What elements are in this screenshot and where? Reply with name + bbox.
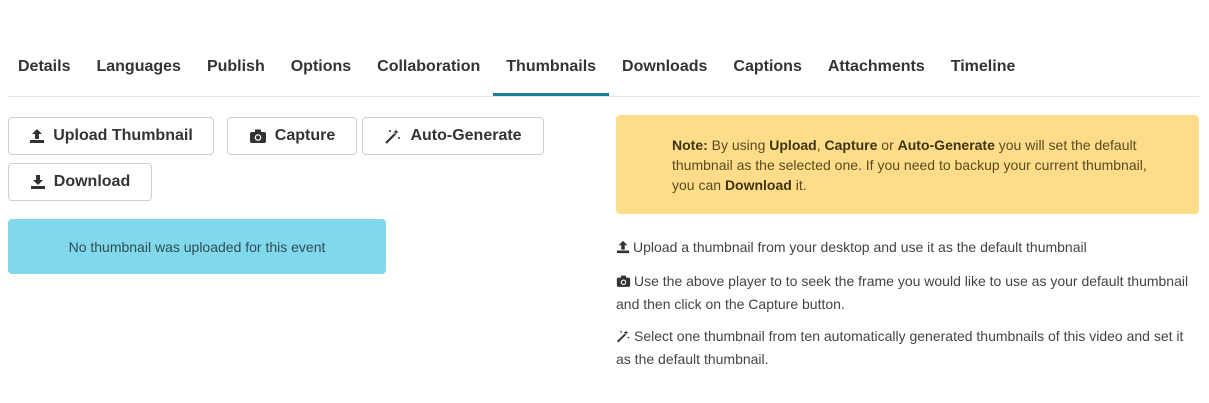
download-label: Download [53, 173, 131, 190]
help-capture-text: Use the above player to to seek the fram… [616, 273, 1189, 312]
magic-wand-icon [384, 128, 402, 144]
tab-bar: Details Languages Publish Options Collab… [8, 48, 1199, 97]
note-text-3: or [877, 137, 898, 153]
magic-wand-icon [616, 328, 631, 349]
help-upload-text: Upload a thumbnail from your desktop and… [633, 239, 1087, 255]
tab-timeline[interactable]: Timeline [938, 48, 1029, 96]
camera-icon [616, 273, 631, 294]
auto-generate-button[interactable]: Auto-Generate [362, 117, 544, 155]
tab-publish[interactable]: Publish [194, 48, 278, 96]
tab-details[interactable]: Details [8, 48, 83, 96]
tab-captions[interactable]: Captions [720, 48, 814, 96]
help-autogen: Select one thumbnail from ten automatica… [616, 326, 1201, 370]
download-icon [30, 174, 46, 190]
note-box: Note: By using Upload, Capture or Auto-G… [616, 115, 1199, 214]
capture-button[interactable]: Capture [227, 117, 357, 155]
tab-thumbnails[interactable]: Thumbnails [493, 48, 610, 96]
help-autogen-text: Select one thumbnail from ten automatica… [616, 328, 1184, 367]
tab-collaboration[interactable]: Collaboration [364, 48, 493, 96]
tab-options[interactable]: Options [278, 48, 364, 96]
note-capture: Capture [824, 137, 878, 153]
upload-thumbnail-button[interactable]: Upload Thumbnail [8, 117, 214, 155]
upload-icon [29, 128, 45, 144]
note-autogen: Auto-Generate [897, 137, 995, 153]
note-text-1: By using [707, 137, 770, 153]
note-text-2: , [816, 137, 825, 153]
tab-downloads[interactable]: Downloads [609, 48, 720, 96]
note-upload: Upload [769, 137, 817, 153]
tab-attachments[interactable]: Attachments [815, 48, 938, 96]
no-thumbnail-alert: No thumbnail was uploaded for this event [8, 219, 386, 274]
note-download: Download [724, 177, 792, 193]
help-capture: Use the above player to to seek the fram… [616, 271, 1201, 315]
tab-languages[interactable]: Languages [83, 48, 193, 96]
upload-icon [616, 239, 630, 260]
upload-thumbnail-label: Upload Thumbnail [53, 127, 193, 144]
download-button[interactable]: Download [8, 163, 152, 201]
note-text-5: it. [791, 177, 807, 193]
no-thumbnail-message: No thumbnail was uploaded for this event [68, 238, 326, 255]
camera-icon [249, 128, 267, 144]
note-prefix: Note: [672, 137, 708, 153]
auto-generate-label: Auto-Generate [410, 127, 522, 144]
capture-label: Capture [274, 127, 336, 144]
help-upload: Upload a thumbnail from your desktop and… [616, 237, 1201, 260]
